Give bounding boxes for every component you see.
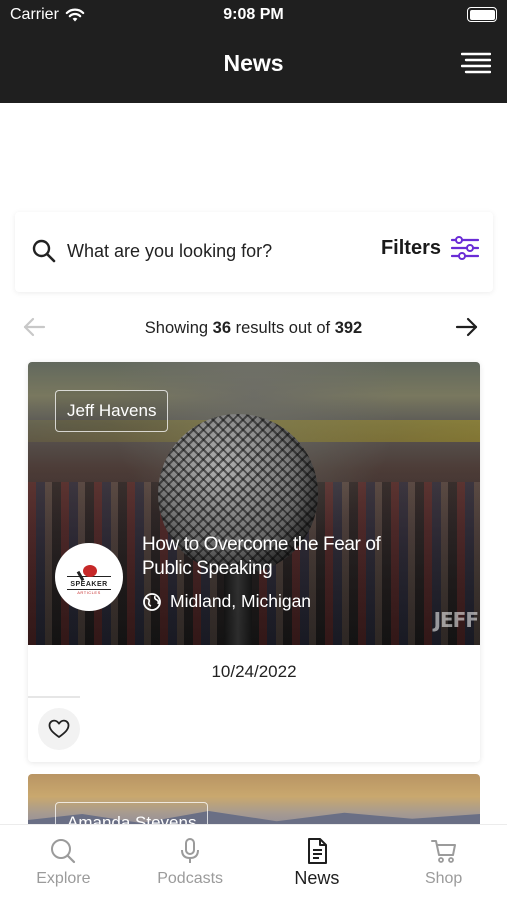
- search-icon: [51, 839, 76, 864]
- menu-button[interactable]: [460, 50, 492, 76]
- logo-text: SPEAKER: [70, 581, 108, 588]
- cart-icon: [430, 840, 456, 863]
- app-header: Carrier 9:08 PM News: [0, 0, 507, 103]
- results-shown: 36: [212, 319, 232, 337]
- tab-label: News: [294, 868, 340, 888]
- article-location: Midland, Michigan: [142, 591, 311, 612]
- sliders-icon: [451, 236, 479, 260]
- results-prefix: Showing: [144, 319, 209, 337]
- next-arrow-icon[interactable]: [455, 316, 479, 338]
- status-time: 9:08 PM: [223, 6, 284, 23]
- location-label: Midland, Michigan: [170, 591, 312, 611]
- tab-explore[interactable]: Explore: [0, 825, 127, 900]
- article-card[interactable]: JEFF Jeff Havens SPEAKER ARTICLES How to…: [28, 362, 480, 762]
- tab-label: Explore: [36, 870, 91, 887]
- hamburger-icon: [460, 52, 492, 74]
- results-middle: results out of: [235, 319, 331, 337]
- tab-podcasts[interactable]: Podcasts: [127, 825, 254, 900]
- tab-shop[interactable]: Shop: [380, 825, 507, 900]
- document-icon: [307, 838, 327, 864]
- divider: [28, 696, 80, 698]
- tab-label: Podcasts: [157, 870, 224, 887]
- image-watermark: JEFF: [433, 608, 479, 632]
- results-count: Showing 36 results out of 392: [0, 319, 507, 338]
- battery-icon: [467, 7, 497, 22]
- author-tag[interactable]: Jeff Havens: [55, 390, 169, 432]
- filters-label: Filters: [380, 236, 441, 259]
- filters-button[interactable]: Filters: [381, 236, 479, 260]
- globe-icon: [143, 592, 161, 611]
- logo-subtext: ARTICLES: [77, 590, 101, 595]
- tab-bar: Explore Podcasts News Shop: [0, 824, 507, 900]
- publisher-logo: SPEAKER ARTICLES: [55, 543, 123, 611]
- tab-label: Shop: [424, 870, 463, 887]
- results-total: 392: [334, 319, 363, 337]
- status-bar: Carrier 9:08 PM: [0, 0, 507, 30]
- article-date: 10/24/2022: [211, 662, 297, 681]
- article-image: JEFF Jeff Havens SPEAKER ARTICLES How to…: [28, 362, 480, 645]
- search-bar: Filters: [15, 212, 493, 292]
- heart-icon: [48, 719, 70, 738]
- microphone-icon: [181, 838, 200, 863]
- tab-news[interactable]: News: [254, 825, 381, 900]
- article-title: How to Overcome the Fear of Public Speak…: [142, 534, 381, 579]
- search-input[interactable]: [67, 234, 327, 268]
- pagination-row: Showing 36 results out of 392: [0, 308, 507, 348]
- search-icon: [32, 239, 56, 263]
- favorite-button[interactable]: [38, 708, 80, 750]
- page-title: News: [223, 50, 284, 76]
